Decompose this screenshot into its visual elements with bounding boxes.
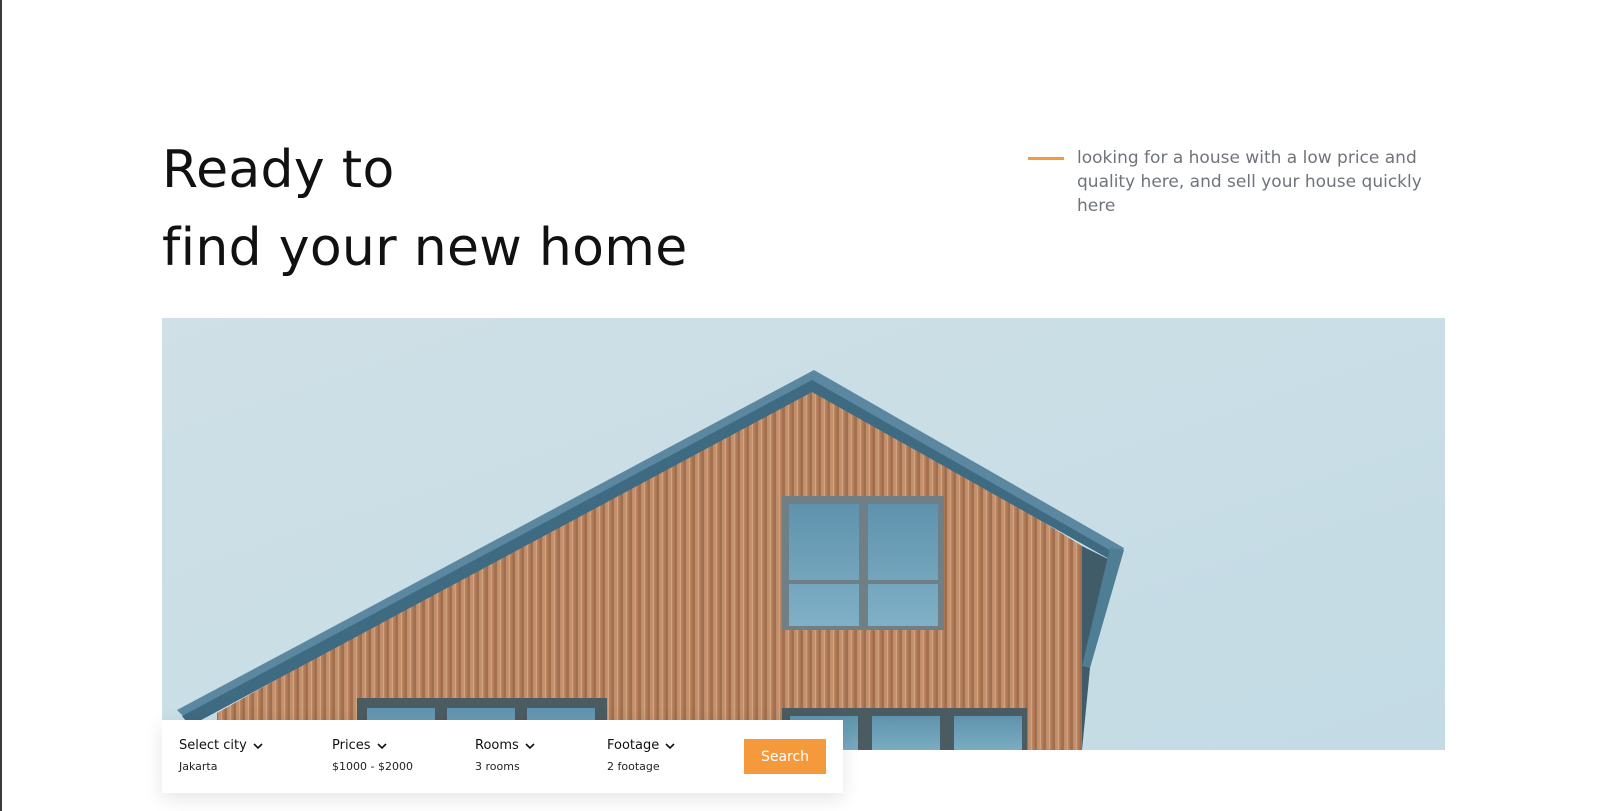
chevron-down-icon	[665, 742, 675, 749]
price-filter-label-text: Prices	[332, 738, 371, 753]
price-filter-value: $1000 - $2000	[332, 760, 413, 773]
hero-title-line-2: find your new home	[162, 218, 688, 278]
price-filter-label[interactable]: Prices	[332, 738, 413, 753]
price-filter[interactable]: Prices $1000 - $2000	[332, 738, 413, 773]
chevron-down-icon	[525, 742, 535, 749]
city-filter[interactable]: Select city Jakarta	[179, 738, 263, 773]
rooms-filter-label-text: Rooms	[475, 738, 519, 753]
hero-title: Ready to find your new home	[162, 131, 688, 287]
footage-filter-label-text: Footage	[607, 738, 660, 753]
property-search-bar: Select city Jakarta Prices $1000 - $2000…	[162, 720, 843, 793]
hero-title-line-1: Ready to	[162, 140, 395, 200]
footage-filter-value: 2 footage	[607, 760, 660, 773]
hero-house-image	[162, 318, 1445, 750]
rooms-filter-label[interactable]: Rooms	[475, 738, 535, 753]
accent-dash	[1028, 157, 1064, 160]
landing-page: Ready to find your new home looking for …	[0, 0, 1600, 811]
city-filter-value: Jakarta	[179, 760, 218, 773]
rooms-filter[interactable]: Rooms 3 rooms	[475, 738, 535, 773]
house-illustration	[162, 318, 1445, 750]
footage-filter-label[interactable]: Footage	[607, 738, 675, 753]
rooms-filter-value: 3 rooms	[475, 760, 520, 773]
footage-filter[interactable]: Footage 2 footage	[607, 738, 675, 773]
chevron-down-icon	[253, 742, 263, 749]
tagline-text: looking for a house with a low price and…	[1077, 148, 1422, 216]
city-filter-label[interactable]: Select city	[179, 738, 263, 753]
window-edge	[0, 0, 2, 811]
search-button[interactable]: Search	[744, 739, 826, 774]
city-filter-label-text: Select city	[179, 738, 247, 753]
chevron-down-icon	[376, 742, 387, 749]
